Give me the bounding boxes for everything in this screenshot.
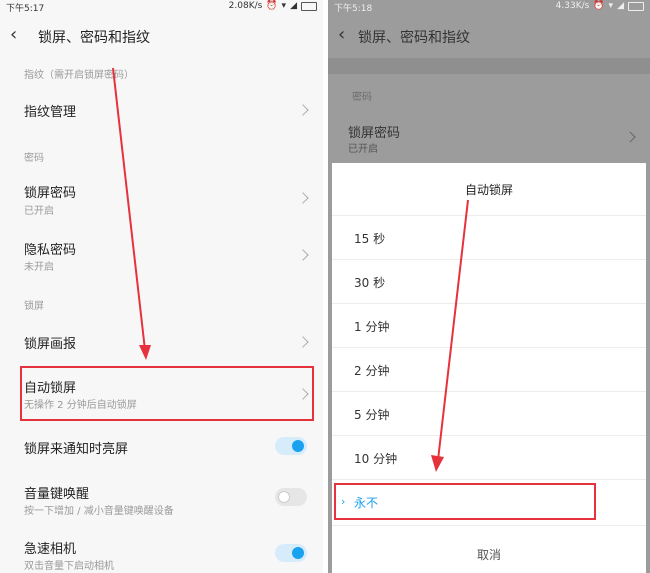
annotation-arrow [431, 199, 469, 472]
settings-screen: 下午5:17 2.08K/s ⏰ ▾ ◢ ‹ 锁屏、密码和指纹 指纹（需开启锁屏… [0, 0, 323, 573]
annotation-arrow [112, 67, 151, 360]
auto-lock-dialog-screen: 下午5:18 4.33K/s ⏰ ▾ ◢ ‹ 锁屏、密码和指纹 密码 锁屏密码 … [328, 0, 650, 573]
